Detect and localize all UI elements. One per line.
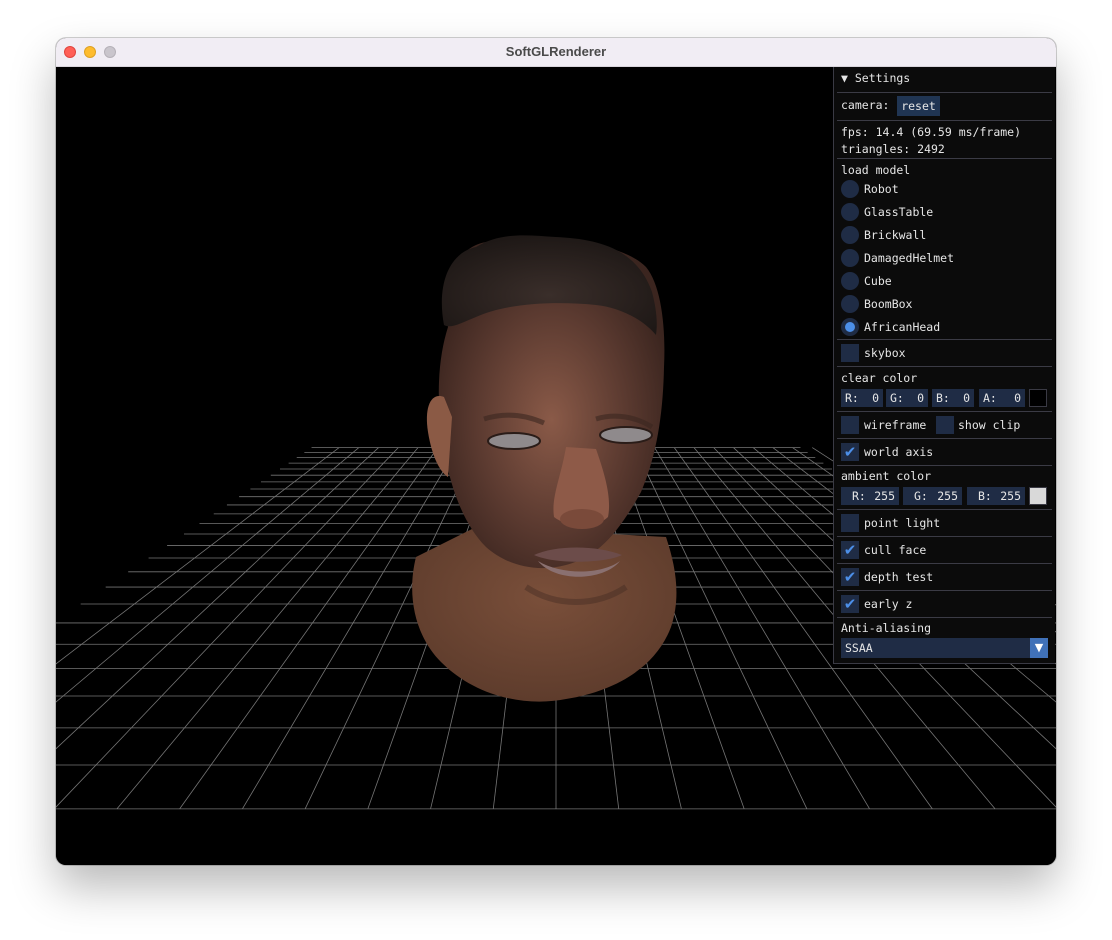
- ambient-color-r-field[interactable]: R: 255: [841, 487, 899, 505]
- show-clip-label: show clip: [958, 418, 1021, 432]
- divider: [837, 509, 1052, 510]
- african-head-model: [412, 235, 677, 702]
- model-radio-label: DamagedHelmet: [864, 251, 955, 265]
- divider: [837, 92, 1052, 93]
- divider: [837, 438, 1052, 439]
- model-radio-boombox[interactable]: [841, 295, 859, 313]
- skybox-checkbox[interactable]: [841, 344, 859, 362]
- clear-color-label: clear color: [841, 371, 918, 385]
- divider: [837, 411, 1052, 412]
- model-radio-label: GlassTable: [864, 205, 934, 219]
- camera-label: camera:: [841, 98, 890, 112]
- dropdown-arrow-icon[interactable]: ▼: [1030, 638, 1048, 658]
- clear-color-a-field[interactable]: A: 0: [979, 389, 1025, 407]
- model-radio-label: Brickwall: [864, 228, 927, 242]
- divider: [837, 158, 1052, 159]
- model-radio-cube[interactable]: [841, 272, 859, 290]
- point-light-label: point light: [864, 516, 941, 530]
- world-axis-label: world axis: [864, 445, 934, 459]
- divider: [837, 563, 1052, 564]
- divider: [837, 366, 1052, 367]
- fps-text: fps: 14.4 (69.59 ms/frame): [841, 125, 1022, 139]
- divider: [837, 465, 1052, 466]
- triangles-text: triangles: 2492: [841, 142, 945, 156]
- world-axis-checkbox[interactable]: ✔: [841, 443, 859, 461]
- cull-face-checkbox[interactable]: ✔: [841, 541, 859, 559]
- ambient-color-label: ambient color: [841, 469, 932, 483]
- model-radio-label: Robot: [864, 182, 899, 196]
- model-radio-label: AfricanHead: [864, 320, 941, 334]
- ambient-color-b-field[interactable]: B: 255: [967, 487, 1025, 505]
- settings-header[interactable]: ▼ Settings: [841, 69, 910, 87]
- divider: [837, 536, 1052, 537]
- ambient-color-g-field[interactable]: G: 255: [903, 487, 962, 505]
- model-radio-damagedhelmet[interactable]: [841, 249, 859, 267]
- anti-aliasing-value: SSAA: [845, 641, 873, 655]
- depth-test-checkbox[interactable]: ✔: [841, 568, 859, 586]
- model-radio-africanhead[interactable]: [841, 318, 859, 336]
- camera-reset-button[interactable]: reset: [897, 96, 940, 116]
- model-radio-glasstable[interactable]: [841, 203, 859, 221]
- ambient-color-swatch[interactable]: [1029, 487, 1047, 505]
- cull-face-label: cull face: [864, 543, 927, 557]
- model-radio-robot[interactable]: [841, 180, 859, 198]
- clear-color-g-field[interactable]: G: 0: [886, 389, 928, 407]
- clear-color-swatch[interactable]: [1029, 389, 1047, 407]
- early-z-checkbox[interactable]: ✔: [841, 595, 859, 613]
- divider: [837, 590, 1052, 591]
- clear-color-b-field[interactable]: B: 0: [932, 389, 974, 407]
- model-radio-label: BoomBox: [864, 297, 913, 311]
- divider: [837, 617, 1052, 618]
- divider: [837, 120, 1052, 121]
- load-model-label: load model: [841, 163, 911, 177]
- show-clip-checkbox[interactable]: [936, 416, 954, 434]
- depth-test-label: depth test: [864, 570, 934, 584]
- divider: [837, 339, 1052, 340]
- anti-aliasing-select[interactable]: SSAA ▼: [841, 638, 1048, 658]
- settings-panel: ▼ Settings camera: reset fps: 14.4 (69.5…: [833, 67, 1055, 664]
- app-window: SoftGLRenderer ▼ Settings camera: reset …: [56, 38, 1056, 865]
- wireframe-label: wireframe: [864, 418, 927, 432]
- anti-aliasing-label: Anti-aliasing: [841, 621, 932, 635]
- window-title: SoftGLRenderer: [505, 44, 607, 59]
- skybox-label: skybox: [864, 346, 906, 360]
- model-radio-label: Cube: [864, 274, 892, 288]
- title-bar: SoftGLRenderer: [56, 38, 1056, 67]
- model-radio-brickwall[interactable]: [841, 226, 859, 244]
- clear-color-r-field[interactable]: R: 0: [841, 389, 883, 407]
- point-light-checkbox[interactable]: [841, 514, 859, 532]
- early-z-label: early z: [864, 597, 913, 611]
- wireframe-checkbox[interactable]: [841, 416, 859, 434]
